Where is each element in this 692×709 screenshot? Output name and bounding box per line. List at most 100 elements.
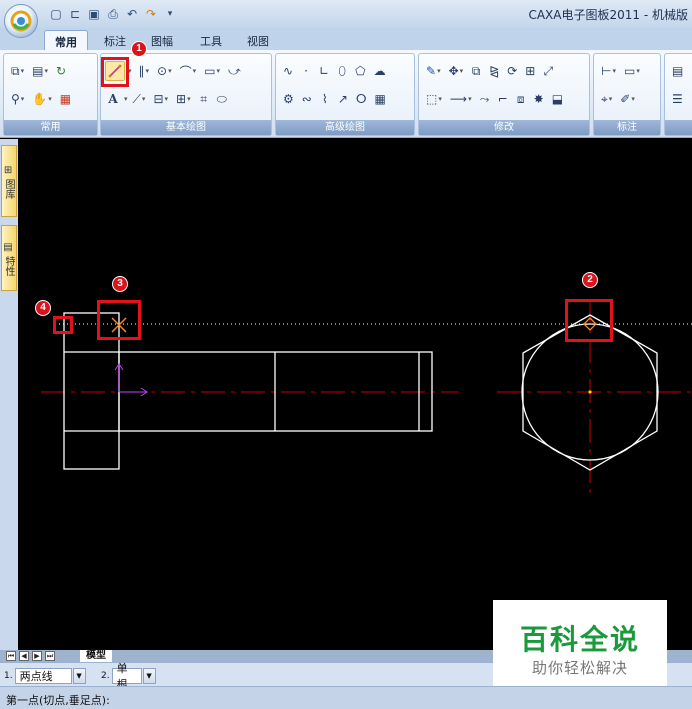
library-panel-tab[interactable]: ⊞ 图库 [1, 145, 17, 217]
tab-annotate[interactable]: 标注 [94, 30, 136, 50]
scale-icon[interactable]: ⤢ [540, 61, 556, 81]
mode-dropdown-icon[interactable]: ▼ [142, 667, 156, 684]
break-icon[interactable]: ⤳ [477, 89, 493, 109]
rotate-icon[interactable]: ⟳ [504, 61, 520, 81]
paste-icon[interactable]: ▤ ▾ [29, 61, 51, 81]
properties-icon[interactable]: ▤ [669, 61, 686, 81]
open-icon[interactable]: ⊏ [67, 6, 83, 22]
group-annotate: ⊢ ▾ ▭ ▾ ⌖ ▾ ✐ ▾ 标注 [593, 53, 661, 136]
pan-icon[interactable]: ✋ ▾ [29, 89, 54, 109]
copy-icon[interactable]: ⧉ ▾ [8, 61, 27, 81]
lineweight-icon[interactable]: ☰ [669, 89, 686, 109]
group-label-advanced-draw: 高级绘图 [276, 120, 414, 135]
highlight-snap-cursor [97, 300, 141, 340]
hex-center-point [588, 390, 592, 394]
text-edit-icon[interactable]: ✐ ▾ [617, 89, 638, 109]
dimension-style-icon[interactable]: ▭ ▾ [621, 61, 643, 81]
chamfer-icon[interactable]: ∟ [316, 61, 332, 81]
highlight-hex-vertex [565, 299, 613, 342]
left-side-panel: ⊞ 图库 ▤ 特性 [0, 139, 18, 650]
arrow-icon[interactable]: ↗ [335, 89, 351, 109]
group-partial-right: ▤ ☰ [664, 53, 692, 136]
properties-tab-label: 特性 [3, 256, 14, 277]
new-icon[interactable]: ▢ [48, 6, 64, 22]
circle-icon[interactable]: ⊙ ▾ [154, 61, 175, 81]
redo-icon[interactable]: ↷ [143, 6, 159, 22]
break-line-icon[interactable]: ⌇ [317, 89, 333, 109]
symbol-icon[interactable]: ⌖ ▾ [598, 89, 615, 109]
mirror-icon[interactable]: ⧎ [486, 61, 502, 81]
wave-line-icon[interactable]: ∾ [299, 89, 315, 109]
tab-common[interactable]: 常用 [44, 30, 88, 50]
parallel-line-icon[interactable]: ∥ ▾ [136, 61, 153, 81]
drawing-canvas[interactable] [19, 139, 692, 650]
quick-access-toolbar: ▢ ⊏ ▣ ⎙ ↶ ↷ ▾ [48, 5, 178, 23]
group-common: ⧉ ▾ ▤ ▾ ↻ ⚲ ▾ ✋ ▾ ▦ 常用 [3, 53, 98, 136]
command-prompt: 第一点(切点,垂足点): [6, 694, 110, 707]
array-icon[interactable]: ⊞ [522, 61, 538, 81]
group-label-basic-draw: 基本绘图 [101, 120, 271, 135]
text-icon[interactable]: A [105, 89, 121, 109]
line-type-select[interactable]: 两点线 [14, 667, 72, 684]
immediate-menu-mode[interactable]: 2. 单根 ▼ [101, 662, 156, 691]
polygon-icon[interactable]: ⬠ [352, 61, 368, 81]
customize-icon[interactable]: ▾ [162, 6, 178, 22]
hatch-icon[interactable]: ⊟ ▾ [150, 89, 171, 109]
layer-icon[interactable]: ▦ [57, 89, 74, 109]
revision-cloud-icon[interactable]: ☁ [371, 61, 389, 81]
ribbon-tab-strip: 常用 标注 图幅 工具 视图 [0, 28, 692, 50]
line-type-dropdown-icon[interactable]: ▼ [72, 667, 86, 684]
window-title: CAXA电子图板2011 - 机械版 [528, 8, 688, 22]
arc-icon[interactable]: ⌒ ▾ [177, 61, 200, 81]
spring-icon[interactable]: ⵔ [353, 89, 370, 109]
tab-tools[interactable]: 工具 [190, 30, 232, 50]
point-icon[interactable]: ⌗ [196, 89, 212, 109]
mode-select[interactable]: 单根 [111, 662, 142, 691]
fillet-icon[interactable]: ⌐ [495, 89, 511, 109]
polyline-icon[interactable]: ∿ [280, 61, 296, 81]
gear-icon[interactable]: ⚙ [280, 89, 297, 109]
dot-icon[interactable]: · [298, 61, 314, 81]
table-icon[interactable]: ▦ [372, 89, 389, 109]
title-bar: ▢ ⊏ ▣ ⎙ ↶ ↷ ▾ CAXA电子图板2011 - 机械版 [0, 0, 692, 28]
offset-icon[interactable]: ⧈ [513, 89, 529, 109]
group-label-common: 常用 [4, 120, 97, 135]
copy-move-icon[interactable]: ⧉ [468, 61, 484, 81]
marker-2: 2 [582, 272, 598, 288]
explode-icon[interactable]: ✸ [531, 89, 547, 109]
prev-sheet-icon[interactable]: ◀ [19, 651, 29, 661]
next-sheet-icon[interactable]: ▶ [32, 651, 42, 661]
application-menu-button[interactable] [4, 4, 38, 38]
erase-icon[interactable]: ✎ ▾ [423, 61, 444, 81]
centerline-icon[interactable]: ⟋ ▾ [130, 89, 149, 109]
spline-icon[interactable]: ⤻ [225, 61, 244, 81]
last-sheet-icon[interactable]: ⏭ [45, 651, 55, 661]
block-icon[interactable]: ⊞ ▾ [173, 89, 194, 109]
tab-view[interactable]: 视图 [237, 30, 279, 50]
group-advanced-draw: ∿ · ∟ ⬯ ⬠ ☁ ⚙ ∾ ⌇ ↗ ⵔ ▦ 高级绘图 [275, 53, 415, 136]
obround-icon[interactable]: ⬯ [334, 61, 350, 81]
tab-drawing-frame[interactable]: 图幅 [141, 30, 183, 50]
caxa-logo-icon [10, 10, 32, 32]
ellipse-icon[interactable]: ⬭ [214, 89, 230, 109]
properties-tab-icon: ▤ [3, 241, 13, 253]
highlight-line-tool [101, 57, 129, 87]
properties-panel-tab[interactable]: ▤ 特性 [1, 225, 17, 291]
stretch-icon[interactable]: ⬓ [549, 89, 566, 109]
extend-icon[interactable]: ⟶ ▾ [447, 89, 475, 109]
immediate-menu-line-type[interactable]: 1. 两点线 ▼ [4, 667, 86, 684]
print-icon[interactable]: ⎙ [105, 6, 121, 22]
move-icon[interactable]: ✥ ▾ [446, 61, 467, 81]
regen-icon[interactable]: ↻ [53, 61, 69, 81]
rectangle-icon[interactable]: ▭ ▾ [201, 61, 223, 81]
zoom-icon[interactable]: ⚲ ▾ [8, 89, 27, 109]
text-dropdown-icon[interactable]: ▾ [124, 95, 128, 103]
undo-icon[interactable]: ↶ [124, 6, 140, 22]
sheet-tab-model[interactable]: 模型 [80, 650, 112, 662]
dimension-icon[interactable]: ⊢ ▾ [598, 61, 619, 81]
trim-icon[interactable]: ⬚ ▾ [423, 89, 445, 109]
library-tab-label: 图库 [3, 179, 14, 200]
first-sheet-icon[interactable]: ⏮ [6, 651, 16, 661]
group-label-annotate: 标注 [594, 120, 660, 135]
save-icon[interactable]: ▣ [86, 6, 102, 22]
